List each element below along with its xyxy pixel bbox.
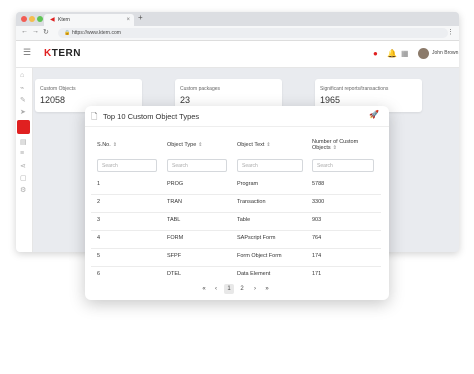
avatar[interactable]	[418, 48, 429, 59]
notification-bell-icon[interactable]: 🔔	[387, 49, 397, 58]
sidebar-item-grid-icon[interactable]: ▤	[20, 138, 27, 146]
cell-count: 5788	[312, 181, 325, 187]
cell-object-text: Data Element	[237, 271, 271, 277]
custom-object-types-panel: 🗋 Top 10 Custom Object Types 🚀 S.No. ⇕ Ob…	[85, 106, 389, 300]
stat-label: Custom packages	[180, 86, 221, 92]
new-tab-button[interactable]: +	[138, 13, 143, 22]
column-header-object-text[interactable]: Object Text ⇕	[237, 142, 271, 148]
table-row[interactable]: 5 SFPF Form Object Form 174	[91, 248, 381, 267]
stat-value: 1965	[320, 95, 341, 105]
first-page-button[interactable]: «	[199, 284, 209, 294]
hamburger-menu-icon[interactable]: ☰	[23, 47, 31, 58]
cell-sno: 4	[97, 235, 101, 241]
cell-object-type: FORM	[167, 235, 184, 241]
url-field[interactable]: 🔒 https://www.ktern.com	[58, 28, 448, 38]
divider	[85, 126, 389, 127]
stat-label: Custom Objects	[40, 86, 76, 92]
app-header: ☰ KTERN ● 🔔 ▦ John Brown	[16, 41, 459, 68]
ktern-logo: KTERN	[44, 48, 81, 59]
table-row[interactable]: 3 TABL Table 903	[91, 212, 381, 231]
cell-count: 3300	[312, 199, 325, 205]
cell-object-text: Form Object Form	[237, 253, 282, 259]
cell-count: 903	[312, 217, 322, 223]
cell-sno: 5	[97, 253, 101, 259]
sort-icon: ⇕	[112, 142, 117, 148]
calendar-icon[interactable]: ▦	[401, 49, 409, 58]
cell-count: 174	[312, 253, 322, 259]
panel-title: Top 10 Custom Object Types	[103, 112, 200, 121]
minimize-window-dot[interactable]	[29, 16, 35, 22]
table-row[interactable]: 6 DTEL Data Element 171	[91, 266, 381, 284]
cell-object-text: Transaction	[237, 199, 266, 205]
sort-icon: ⇕	[332, 145, 337, 151]
table-row[interactable]: 2 TRAN Transaction 3300	[91, 194, 381, 213]
cell-sno: 1	[97, 181, 101, 187]
stat-value: 23	[180, 95, 191, 105]
cell-object-text: SAPscript Form	[237, 235, 276, 241]
prev-page-button[interactable]: ‹	[211, 284, 221, 294]
sidebar-item-chart-icon[interactable]: ⌁	[20, 84, 24, 92]
forward-icon[interactable]: →	[32, 28, 39, 35]
alert-icon[interactable]: ●	[373, 49, 378, 58]
cell-sno: 6	[97, 271, 101, 277]
document-icon: 🗋	[91, 112, 98, 121]
column-header-object-type[interactable]: Object Type ⇕	[167, 142, 202, 148]
column-header-count[interactable]: Number of Custom Objects ⇕	[312, 139, 372, 151]
browser-menu-icon[interactable]: ⋮	[447, 28, 454, 36]
cell-sno: 3	[97, 217, 101, 223]
search-input-object-text[interactable]: Search	[237, 159, 303, 172]
column-header-sno[interactable]: S.No. ⇕	[97, 142, 117, 148]
cell-sno: 2	[97, 199, 101, 205]
sidebar-item-settings-icon[interactable]: ⚙	[20, 186, 26, 194]
close-window-dot[interactable]	[21, 16, 27, 22]
search-input-object-type[interactable]: Search	[167, 159, 227, 172]
sort-icon: ⇕	[266, 142, 271, 148]
rocket-icon[interactable]: 🚀	[369, 110, 379, 119]
cell-object-text: Program	[237, 181, 259, 187]
lock-icon: 🔒	[64, 30, 71, 36]
stat-label: Significant reports/transactions	[320, 86, 389, 92]
ktern-favicon-icon: ◀	[50, 17, 55, 23]
cell-object-type: PROG	[167, 181, 184, 187]
cell-object-type: DTEL	[167, 271, 182, 277]
search-input-count[interactable]: Search	[312, 159, 374, 172]
browser-tab[interactable]: ◀ Ktern ×	[44, 14, 134, 26]
cell-object-text: Table	[237, 217, 251, 223]
sidebar: ⌂ ⌁ ✎ ➤ ▤ ≡ ⋖ ▢ ⚙	[16, 68, 33, 252]
page-2-button[interactable]: 2	[237, 284, 247, 294]
page-1-button[interactable]: 1	[224, 284, 234, 294]
cell-object-type: TRAN	[167, 199, 182, 205]
stat-value: 12058	[40, 95, 66, 105]
url-text: https://www.ktern.com	[72, 30, 121, 36]
reload-icon[interactable]: ↻	[43, 28, 49, 36]
maximize-window-dot[interactable]	[37, 16, 43, 22]
cell-count: 171	[312, 271, 322, 277]
user-name[interactable]: John Brown	[432, 50, 458, 56]
cell-object-type: TABL	[167, 217, 181, 223]
table-row[interactable]: 1 PROG Program 5788	[91, 176, 381, 195]
tab-close-icon[interactable]: ×	[126, 14, 130, 26]
sidebar-item-edit-icon[interactable]: ✎	[20, 96, 26, 104]
last-page-button[interactable]: »	[262, 284, 272, 294]
cell-object-type: SFPF	[167, 253, 182, 259]
tab-title: Ktern	[58, 17, 70, 23]
sort-icon: ⇕	[198, 142, 203, 148]
tab-bar: ◀ Ktern × +	[16, 12, 459, 26]
sidebar-item-send-icon[interactable]: ➤	[20, 108, 26, 116]
sidebar-item-list-icon[interactable]: ≡	[20, 150, 24, 157]
sidebar-item-active[interactable]	[17, 120, 30, 134]
back-icon[interactable]: ←	[21, 28, 28, 35]
sidebar-item-share-icon[interactable]: ⋖	[20, 162, 26, 170]
next-page-button[interactable]: ›	[250, 284, 260, 294]
search-input-sno[interactable]: Search	[97, 159, 157, 172]
sidebar-item-home-icon[interactable]: ⌂	[20, 72, 24, 79]
table-row[interactable]: 4 FORM SAPscript Form 764	[91, 230, 381, 249]
cell-count: 764	[312, 235, 322, 241]
sidebar-item-box-icon[interactable]: ▢	[20, 174, 27, 182]
address-bar: ← → ↻ 🔒 https://www.ktern.com ⋮	[16, 26, 459, 41]
